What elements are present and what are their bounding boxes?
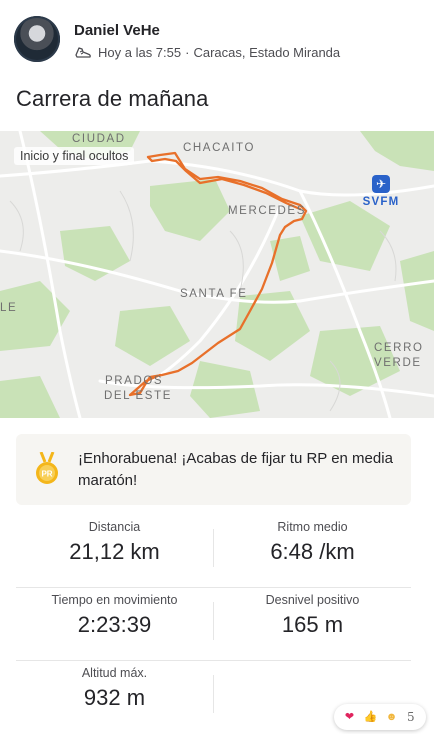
stat-label: Desnivel positivo [265, 593, 360, 607]
reaction-count: 5 [407, 710, 415, 724]
activity-header: Daniel VeHe Hoy a las 7:55 · Caracas, Es… [14, 16, 420, 66]
map-label-santa-fe: SANTA FE [180, 288, 248, 300]
stat-label: Ritmo medio [277, 520, 348, 534]
activity-meta: Hoy a las 7:55 · Caracas, Estado Miranda [74, 45, 340, 60]
stat-value: 21,12 km [69, 539, 160, 564]
map-label-mercedes: MERCEDES [228, 205, 306, 217]
stat-value: 932 m [83, 685, 146, 710]
svg-text:PR: PR [41, 470, 52, 479]
stats-row: Distancia 21,12 km Ritmo medio 6:48 /km [16, 515, 411, 588]
achievement-text: ¡Enhorabuena! ¡Acabas de fijar tu RP en … [78, 450, 393, 489]
care-icon: ☻ [385, 710, 398, 723]
privacy-note: Inicio y final ocultos [14, 147, 135, 165]
athlete-name[interactable]: Daniel VeHe [74, 22, 160, 39]
activity-timestamp: Hoy a las 7:55 [98, 45, 182, 60]
stat-divider [213, 675, 214, 713]
map-label-verde: VERDE [374, 357, 422, 369]
stat-label: Distancia [88, 520, 141, 534]
stat-value: 165 m [281, 612, 344, 637]
map-label-ciudad: CIUDAD [72, 133, 126, 145]
activity-location: Caracas, Estado Miranda [193, 45, 341, 60]
stat-label: Tiempo en movimiento [51, 593, 178, 607]
avatar[interactable] [14, 16, 60, 62]
stat-value: 6:48 /km [270, 539, 355, 564]
stat-distance: Distancia 21,12 km [16, 515, 213, 565]
map-label-chacaito: CHACAITO [183, 142, 256, 154]
heart-icon: ❤ [344, 710, 355, 723]
stat-pace: Ritmo medio 6:48 /km [214, 515, 411, 565]
activity-title[interactable]: Carrera de mañana [16, 86, 208, 112]
stats-row: Tiempo en movimiento 2:23:39 Desnivel po… [16, 588, 411, 661]
stat-elevation-gain: Desnivel positivo 165 m [214, 588, 411, 638]
achievement-banner[interactable]: PR ¡Enhorabuena! ¡Acabas de fijar tu RP … [16, 434, 411, 505]
pr-medal-icon: PR [36, 452, 58, 484]
map-label-prados: PRADOS [105, 375, 164, 387]
map-label-cerro: CERRO [374, 342, 424, 354]
airplane-icon: ✈ [372, 175, 390, 193]
activity-stats: Distancia 21,12 km Ritmo medio 6:48 /km … [16, 515, 411, 733]
airport-marker: ✈ SVFM [346, 175, 416, 208]
route-map[interactable]: Inicio y final ocultos CIUDAD CHACAITO M… [0, 131, 434, 418]
running-shoe-icon [75, 46, 91, 58]
stat-max-elevation: Altitud máx. 932 m [16, 661, 213, 711]
stat-label: Altitud máx. [81, 666, 148, 680]
meta-separator: · [185, 45, 190, 60]
stat-moving-time: Tiempo en movimiento 2:23:39 [16, 588, 213, 638]
thumbs-up-icon: 👍 [363, 710, 378, 723]
reactions-pill[interactable]: ❤ 👍 ☻ 5 [334, 704, 426, 730]
map-label-left-edge: LE [0, 302, 18, 314]
map-label-del-este: DEL ESTE [104, 390, 172, 402]
stat-value: 2:23:39 [77, 612, 152, 637]
airport-code: SVFM [362, 196, 400, 208]
